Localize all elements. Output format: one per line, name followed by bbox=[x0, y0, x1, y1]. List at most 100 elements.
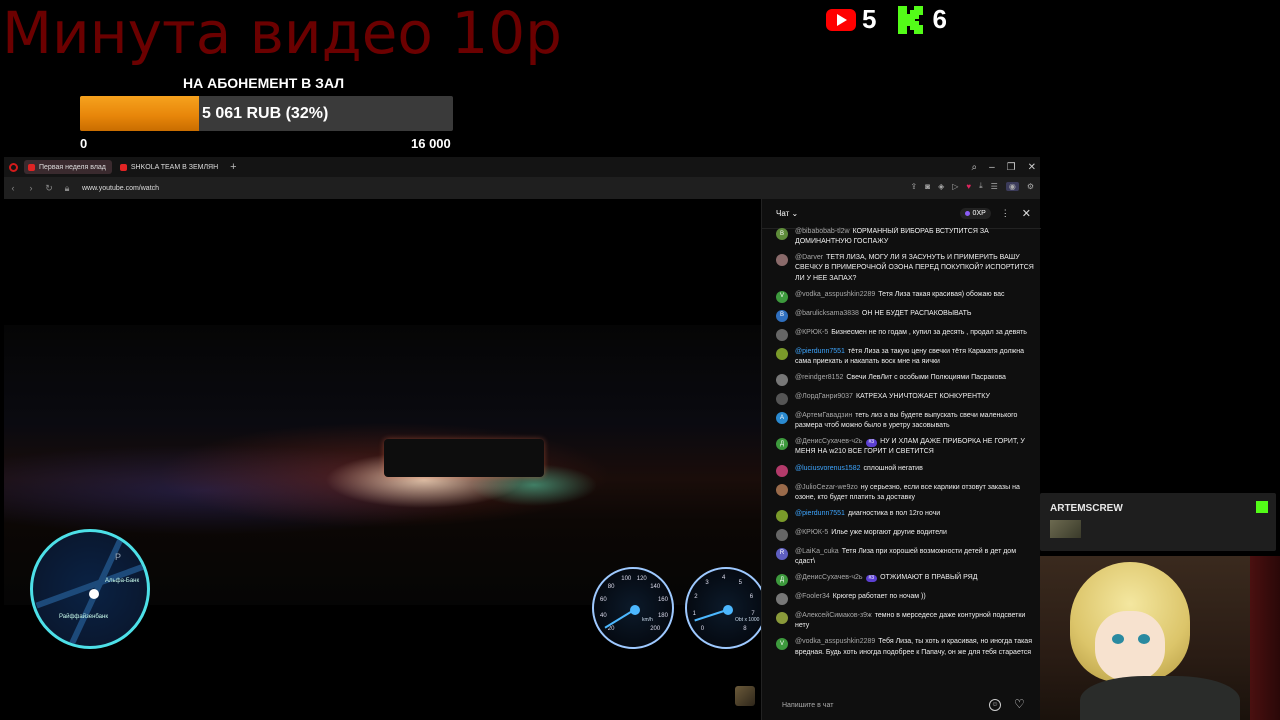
tab-shkola-team[interactable]: SHKOLA TEAM В ЗЕМЛЯН bbox=[116, 160, 224, 174]
chat-message: @Darver ТЕТЯ ЛИЗА, МОГУ ЛИ Я ЗАСУНУТЬ И П… bbox=[776, 253, 1035, 283]
chat-message: B @bibabobab-tl2w КОРМАННЫЙ ВИБОРАБ ВСТУПИ… bbox=[776, 227, 1035, 247]
speedometer-gauge: 20 40 60 80 100 120 140 160 180 200 km/h bbox=[592, 567, 674, 649]
chat-avatar[interactable]: V bbox=[776, 290, 788, 303]
chat-avatar[interactable] bbox=[776, 373, 788, 386]
video-player[interactable]: P Альфа-Банк Райффайзенбанк 20 40 60 80 100 1… bbox=[4, 199, 761, 720]
window-controls: ⌕ – ❐ ✕ bbox=[971, 157, 1036, 177]
gauge-scale-number: 2 bbox=[694, 593, 698, 600]
chat-author[interactable]: @LaiKa_cuka bbox=[795, 548, 839, 555]
chat-author[interactable]: @barulicksama3838 bbox=[795, 310, 859, 317]
chat-author[interactable]: @pierdunn7551 bbox=[795, 348, 845, 355]
chat-author[interactable]: @АртемГавадзин bbox=[795, 412, 852, 419]
youtube-icon bbox=[826, 8, 856, 31]
chat-author[interactable]: @bibabobab-tl2w bbox=[795, 228, 850, 235]
chat-username: ARTEMSCREW bbox=[1050, 503, 1123, 514]
channel-avatar[interactable] bbox=[735, 686, 755, 706]
chat-message-body: @barulicksama3838 ОН НЕ БУДЕТ РАСПАКОВЫВА… bbox=[795, 309, 971, 322]
chat-author[interactable]: @ЛордГанри9037 bbox=[795, 393, 853, 400]
extensions-icon[interactable]: ⚙ bbox=[1027, 182, 1034, 191]
chat-author[interactable]: @JulioCezar-we9zo bbox=[795, 484, 858, 491]
chat-author[interactable]: @Fooler34 bbox=[795, 593, 830, 600]
chat-avatar[interactable]: B bbox=[776, 228, 788, 240]
social-counters: 5 6 bbox=[826, 4, 947, 35]
chat-author[interactable]: @ДенисСухачев-ч2ь bbox=[795, 438, 863, 445]
chat-input[interactable]: Напишите в чат bbox=[772, 695, 1012, 715]
chat-avatar[interactable] bbox=[776, 464, 788, 477]
reload-button[interactable]: ↻ bbox=[40, 183, 58, 194]
chat-author[interactable]: @luciusvorenus1582 bbox=[795, 465, 860, 472]
chat-avatar[interactable]: B bbox=[776, 309, 788, 322]
avatar-face bbox=[1095, 611, 1165, 681]
chat-message-body: @vodka_asspushkin2289 Тебя Лиза, ты хоть … bbox=[795, 637, 1035, 657]
minimize-button[interactable]: – bbox=[989, 162, 995, 173]
chat-avatar[interactable]: R bbox=[776, 547, 788, 560]
avatar-coat bbox=[1080, 676, 1240, 720]
profile-icon[interactable]: ◉ bbox=[1005, 181, 1019, 191]
chat-author[interactable]: @АлексейСимаков-з9ж bbox=[795, 612, 872, 619]
emoji-button[interactable]: ☺ bbox=[989, 699, 1001, 711]
chat-avatar[interactable]: Д bbox=[776, 438, 788, 451]
gauge-scale-number: 120 bbox=[636, 576, 647, 583]
opera-icon[interactable] bbox=[9, 162, 18, 172]
chat-avatar[interactable] bbox=[776, 528, 788, 541]
chat-author[interactable]: @vodka_asspushkin2289 bbox=[795, 638, 875, 645]
tab-first-week[interactable]: Первая неделя влад bbox=[24, 160, 112, 174]
chat-avatar[interactable] bbox=[776, 593, 788, 606]
close-button[interactable]: ✕ bbox=[1028, 162, 1036, 173]
avatar-eye bbox=[1138, 634, 1150, 644]
vtuber-avatar-cam bbox=[1040, 556, 1280, 720]
menu-icon[interactable]: ☰ bbox=[991, 182, 998, 191]
chat-avatar[interactable] bbox=[776, 254, 788, 267]
chat-message: R @LaiKa_cuka Тетя Лиза при хорошей возмож… bbox=[776, 547, 1035, 567]
chat-author[interactable]: @КРЮК-5 bbox=[795, 529, 828, 536]
close-chat-button[interactable]: ✕ bbox=[1022, 207, 1031, 220]
forward-button[interactable]: › bbox=[22, 183, 40, 193]
gauge-scale-number: 100 bbox=[621, 576, 632, 583]
more-options-icon[interactable]: ⋮ bbox=[1001, 208, 1010, 219]
chat-author[interactable]: @Darver bbox=[795, 254, 823, 261]
chat-author[interactable]: @vodka_asspushkin2289 bbox=[795, 291, 875, 298]
kick-icon bbox=[898, 5, 926, 34]
maximize-button[interactable]: ❐ bbox=[1007, 162, 1016, 173]
share-icon[interactable]: ⇪ bbox=[911, 182, 918, 191]
chat-text: ОН НЕ БУДЕТ РАСПАКОВЫВАТЬ bbox=[861, 309, 972, 317]
gauge-scale-number: 3 bbox=[705, 580, 709, 587]
stream-chat-widget: ARTEMSCREW bbox=[1040, 493, 1276, 551]
chat-avatar[interactable] bbox=[776, 509, 788, 522]
chat-author[interactable]: @ДенисСухачев-ч2ь bbox=[795, 574, 863, 581]
search-icon[interactable]: ⌕ bbox=[971, 162, 977, 173]
chat-avatar[interactable] bbox=[776, 328, 788, 341]
goal-max: 16 000 bbox=[411, 136, 451, 151]
chat-author[interactable]: @pierdunn7551 bbox=[795, 510, 845, 517]
gauge-scale-number: 180 bbox=[657, 612, 668, 619]
chat-message: @КРЮК-5 Бизнесмен не по годам , купил за … bbox=[776, 328, 1035, 341]
chat-avatar[interactable] bbox=[776, 392, 788, 405]
chat-message-list[interactable]: B @bibabobab-tl2w КОРМАННЫЙ ВИБОРАБ ВСТУПИ… bbox=[762, 227, 1041, 691]
youtube-count: 5 bbox=[862, 4, 877, 34]
xp-badge[interactable]: 0XP bbox=[959, 208, 991, 219]
chat-author[interactable]: @КРЮК-5 bbox=[795, 329, 828, 336]
chat-message-body: @ЛордГанри9037 КАТРЕХА УНИЧТОЖАЕТ КОНКУРЕ… bbox=[795, 392, 990, 405]
shield-icon[interactable]: ◈ bbox=[938, 182, 944, 191]
chat-avatar[interactable] bbox=[776, 347, 788, 360]
new-tab-button[interactable]: + bbox=[230, 161, 236, 173]
back-button[interactable]: ‹ bbox=[4, 183, 22, 193]
chat-avatar[interactable]: A bbox=[776, 411, 788, 424]
heart-icon[interactable]: ♥ bbox=[966, 182, 971, 191]
chat-avatar[interactable] bbox=[776, 612, 788, 625]
chat-avatar[interactable]: V bbox=[776, 638, 788, 651]
url-field[interactable]: www.youtube.com/watch bbox=[82, 185, 159, 192]
heart-button[interactable]: ♡ bbox=[1014, 697, 1025, 711]
tachometer-gauge: 0 1 23 4 56 7 8 Obt x 1000 bbox=[685, 567, 761, 649]
chat-message: @reindger8152 Свечи ЛевЛит с особыми Полю… bbox=[776, 373, 1035, 386]
camera-icon[interactable]: ◙ bbox=[925, 182, 930, 191]
chat-message: @JulioCezar-we9zo ну серьезно, если все к… bbox=[776, 483, 1035, 503]
chat-avatar[interactable]: Д bbox=[776, 574, 788, 587]
download-icon[interactable]: ⤓ bbox=[979, 181, 983, 191]
play-icon[interactable]: ▷ bbox=[952, 182, 958, 191]
chat-avatar[interactable] bbox=[776, 483, 788, 496]
chat-author[interactable]: @reindger8152 bbox=[795, 374, 843, 381]
chat-text: Крюгер работает по ночам )) bbox=[832, 593, 926, 601]
chat-mode-dropdown[interactable]: Чат ⌄ bbox=[776, 209, 798, 218]
chat-message: @ЛордГанри9037 КАТРЕХА УНИЧТОЖАЕТ КОНКУРЕ… bbox=[776, 392, 1035, 405]
